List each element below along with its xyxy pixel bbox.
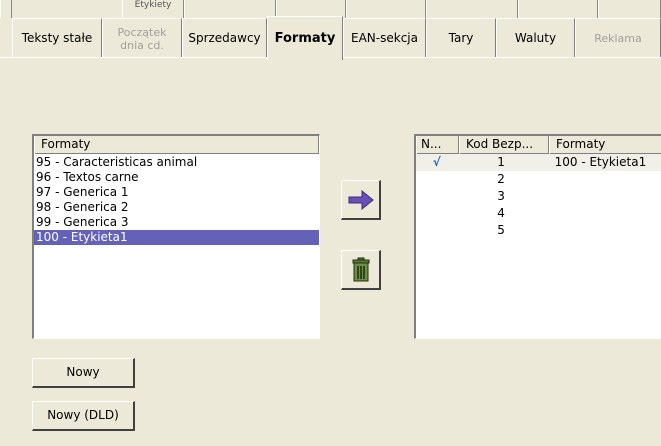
check-icon: √ xyxy=(432,155,441,169)
tab-stub-label: Etykiety xyxy=(134,0,172,10)
column-header-kod[interactable]: Kod Bezp... xyxy=(459,136,549,154)
delete-format-button[interactable] xyxy=(341,250,381,290)
tab-label: Formaty xyxy=(274,31,336,46)
tab-tary[interactable]: Tary xyxy=(426,18,496,58)
tab-label: Teksty stałe xyxy=(21,31,93,45)
tab-strip: Etykiety Teksty stałe Początek dnia cd. … xyxy=(0,0,661,60)
table-cell-code: 4 xyxy=(497,206,505,220)
table-row[interactable]: 5 xyxy=(416,222,661,239)
table-row[interactable]: 2 xyxy=(416,171,661,188)
arrow-right-icon xyxy=(348,189,374,210)
table-cell-format xyxy=(545,222,661,239)
formats-list-body: 95 - Caracteristicas animal 96 - Textos … xyxy=(34,154,319,245)
tab-teksty-stale[interactable]: Teksty stałe xyxy=(12,18,102,58)
add-format-button[interactable] xyxy=(341,180,381,220)
tab-stub[interactable] xyxy=(426,0,518,18)
new-dld-button[interactable]: Nowy (DLD) xyxy=(32,401,135,431)
tab-label: Początek dnia cd. xyxy=(117,25,167,52)
tab-label: Waluty xyxy=(514,31,557,45)
formats-list[interactable]: Formaty 95 - Caracteristicas animal 96 -… xyxy=(32,134,320,339)
table-cell-code: 1 xyxy=(497,155,505,169)
tab-label: EAN-sekcja xyxy=(351,31,418,45)
tab-stub[interactable] xyxy=(346,0,426,18)
assigned-formats-table[interactable]: N... Kod Bezp... Formaty √ 1 100 - Etyki… xyxy=(414,134,661,339)
table-header: N... Kod Bezp... Formaty xyxy=(416,136,661,154)
list-item[interactable]: 95 - Caracteristicas animal xyxy=(34,155,319,170)
new-button[interactable]: Nowy xyxy=(32,358,135,388)
tab-waluty[interactable]: Waluty xyxy=(496,18,575,58)
trash-icon xyxy=(352,257,369,281)
table-cell-code: 3 xyxy=(497,189,505,203)
tab-stub[interactable] xyxy=(518,0,598,18)
table-cell-code: 2 xyxy=(497,172,505,186)
column-header-formaty[interactable]: Formaty xyxy=(549,136,661,154)
table-cell-format xyxy=(545,205,661,222)
tab-sprzedawcy[interactable]: Sprzedawcy xyxy=(182,18,267,58)
table-cell-format: 100 - Etykieta1 xyxy=(554,155,647,169)
list-item[interactable]: 99 - Generica 3 xyxy=(34,215,319,230)
tab-stub xyxy=(0,0,12,18)
table-row[interactable]: 4 xyxy=(416,205,661,222)
table-cell-check xyxy=(416,171,458,188)
tab-stub-etykiety[interactable]: Etykiety xyxy=(122,0,184,18)
list-item[interactable]: 98 - Generica 2 xyxy=(34,200,319,215)
table-cell-check xyxy=(416,205,458,222)
tab-formaty[interactable]: Formaty xyxy=(267,16,343,60)
tab-poczatek-dnia[interactable]: Początek dnia cd. xyxy=(102,18,182,58)
table-row[interactable]: √ 1 100 - Etykieta1 xyxy=(416,154,661,171)
formats-list-header: Formaty xyxy=(34,136,319,154)
table-body: √ 1 100 - Etykieta1 2 3 4 5 xyxy=(416,154,661,239)
column-header-n[interactable]: N... xyxy=(416,136,459,154)
tab-stub[interactable] xyxy=(184,0,276,18)
tab-ean-sekcja[interactable]: EAN-sekcja xyxy=(343,18,426,58)
tab-label: Reklama xyxy=(594,32,642,45)
table-cell-check xyxy=(416,222,458,239)
list-item[interactable]: 97 - Generica 1 xyxy=(34,185,319,200)
tab-label: Tary xyxy=(448,31,474,45)
table-cell-check xyxy=(416,188,458,205)
table-cell-format xyxy=(545,171,661,188)
table-row[interactable]: 3 xyxy=(416,188,661,205)
list-item[interactable]: 96 - Textos carne xyxy=(34,170,319,185)
list-item-selected[interactable]: 100 - Etykieta1 xyxy=(34,230,319,245)
table-cell-format xyxy=(545,188,661,205)
table-cell-code: 5 xyxy=(497,223,505,237)
column-header-formaty[interactable]: Formaty xyxy=(34,136,319,154)
tab-label: Sprzedawcy xyxy=(188,31,261,45)
tab-reklama[interactable]: Reklama xyxy=(575,18,661,58)
tab-stub[interactable] xyxy=(598,0,661,18)
